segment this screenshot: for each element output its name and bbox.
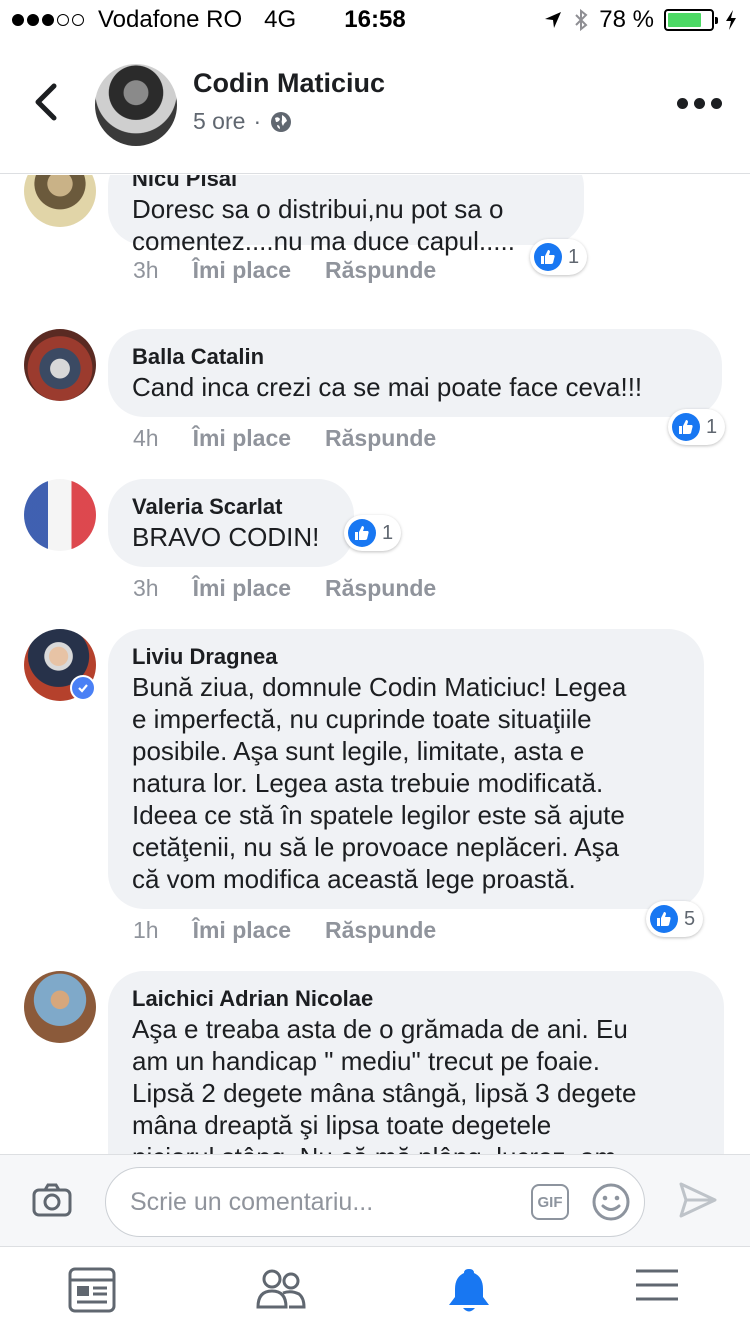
reply-button[interactable]: Răspunde [325, 257, 436, 284]
camera-icon[interactable] [32, 1183, 72, 1217]
like-button[interactable]: Îmi place [193, 425, 291, 452]
comment-author[interactable]: Balla Catalin [132, 343, 698, 371]
commenter-avatar[interactable] [24, 971, 96, 1043]
commenter-avatar[interactable] [24, 479, 96, 551]
reply-button[interactable]: Răspunde [325, 917, 436, 944]
battery-icon [664, 9, 718, 31]
like-button[interactable]: Îmi place [193, 917, 291, 944]
comment-time: 3h [133, 575, 159, 601]
like-button[interactable]: Îmi place [193, 257, 291, 284]
comment-bubble: Nicu Pisai Doresc sa o distribui,nu pot … [108, 175, 584, 256]
emoji-icon[interactable] [591, 1182, 631, 1222]
reply-button[interactable]: Răspunde [325, 575, 436, 602]
comment-text: Doresc sa o distribui,nu pot sa o coment… [132, 194, 515, 256]
comment-bubble: Laichici Adrian Nicolae Aşa e treaba ast… [108, 971, 724, 1154]
comment-composer: Scrie un comentariu... GIF [0, 1154, 750, 1246]
like-icon [672, 413, 700, 441]
comment-text: Bună ziua, domnule Codin Maticiuc! Legea… [132, 672, 627, 894]
comment-text: BRAVO CODIN! [132, 522, 320, 552]
location-icon [545, 12, 562, 28]
comment-author[interactable]: Laichici Adrian Nicolae [132, 985, 700, 1013]
comment-author[interactable]: Liviu Dragnea [132, 643, 680, 671]
news-feed-icon[interactable] [68, 1267, 116, 1313]
globe-icon [271, 111, 292, 132]
back-icon[interactable] [30, 82, 64, 122]
comment-actions: 1h Îmi place Răspunde [133, 917, 436, 944]
comment-bubble: Valeria Scarlat BRAVO CODIN! [108, 479, 354, 567]
comment-actions: 3h Îmi place Răspunde [133, 575, 436, 602]
commenter-avatar[interactable] [24, 329, 96, 401]
meta-separator: · [253, 108, 262, 134]
comment-input[interactable]: Scrie un comentariu... GIF [105, 1167, 645, 1237]
author-name[interactable]: Codin Maticiuc [193, 68, 385, 99]
reply-button[interactable]: Răspunde [325, 425, 436, 452]
reaction-count[interactable]: 1 [530, 239, 588, 275]
comment-text: Aşa e treaba asta de o grămada de ani. E… [132, 1014, 637, 1154]
more-icon[interactable] [677, 98, 722, 109]
reaction-count[interactable]: 1 [668, 409, 726, 445]
notifications-icon[interactable] [446, 1267, 492, 1315]
like-icon [348, 519, 376, 547]
post-header: Codin Maticiuc 5 ore · [0, 40, 750, 174]
comment-actions: 3h Îmi place Răspunde [133, 257, 436, 284]
reaction-count[interactable]: 1 [344, 515, 402, 551]
comment-bubble: Balla Catalin Cand inca crezi ca se mai … [108, 329, 722, 417]
battery-percent: 78 % [599, 6, 654, 33]
reaction-count[interactable]: 5 [646, 901, 704, 937]
post-meta: 5 ore · [193, 108, 293, 135]
verified-badge-icon [70, 675, 96, 701]
comment-author[interactable]: Nicu Pisai [132, 175, 560, 193]
status-bar: Vodafone RO 4G 16:58 78 % [0, 0, 750, 40]
comment-time: 4h [133, 425, 159, 451]
like-icon [534, 243, 562, 271]
like-icon [650, 905, 678, 933]
friends-icon[interactable] [255, 1267, 307, 1311]
comment-time: 3h [133, 257, 159, 283]
comment-placeholder: Scrie un comentariu... [130, 1188, 374, 1216]
comments-list: Nicu Pisai Doresc sa o distribui,nu pot … [0, 175, 750, 1154]
gif-icon[interactable]: GIF [531, 1184, 569, 1220]
comment-actions: 4h Îmi place Răspunde [133, 425, 436, 452]
author-avatar[interactable] [95, 64, 177, 146]
like-button[interactable]: Îmi place [193, 575, 291, 602]
tab-bar [0, 1246, 750, 1334]
charging-icon [726, 10, 736, 30]
commenter-avatar[interactable] [24, 175, 96, 227]
bluetooth-icon [575, 8, 588, 32]
comment-time: 1h [133, 917, 159, 943]
comment-bubble: Liviu Dragnea Bună ziua, domnule Codin M… [108, 629, 704, 909]
menu-icon[interactable] [636, 1267, 678, 1303]
comment-author[interactable]: Valeria Scarlat [132, 493, 330, 521]
post-time: 5 ore [193, 108, 246, 134]
send-icon[interactable] [678, 1181, 718, 1219]
comment-text: Cand inca crezi ca se mai poate face cev… [132, 372, 643, 402]
